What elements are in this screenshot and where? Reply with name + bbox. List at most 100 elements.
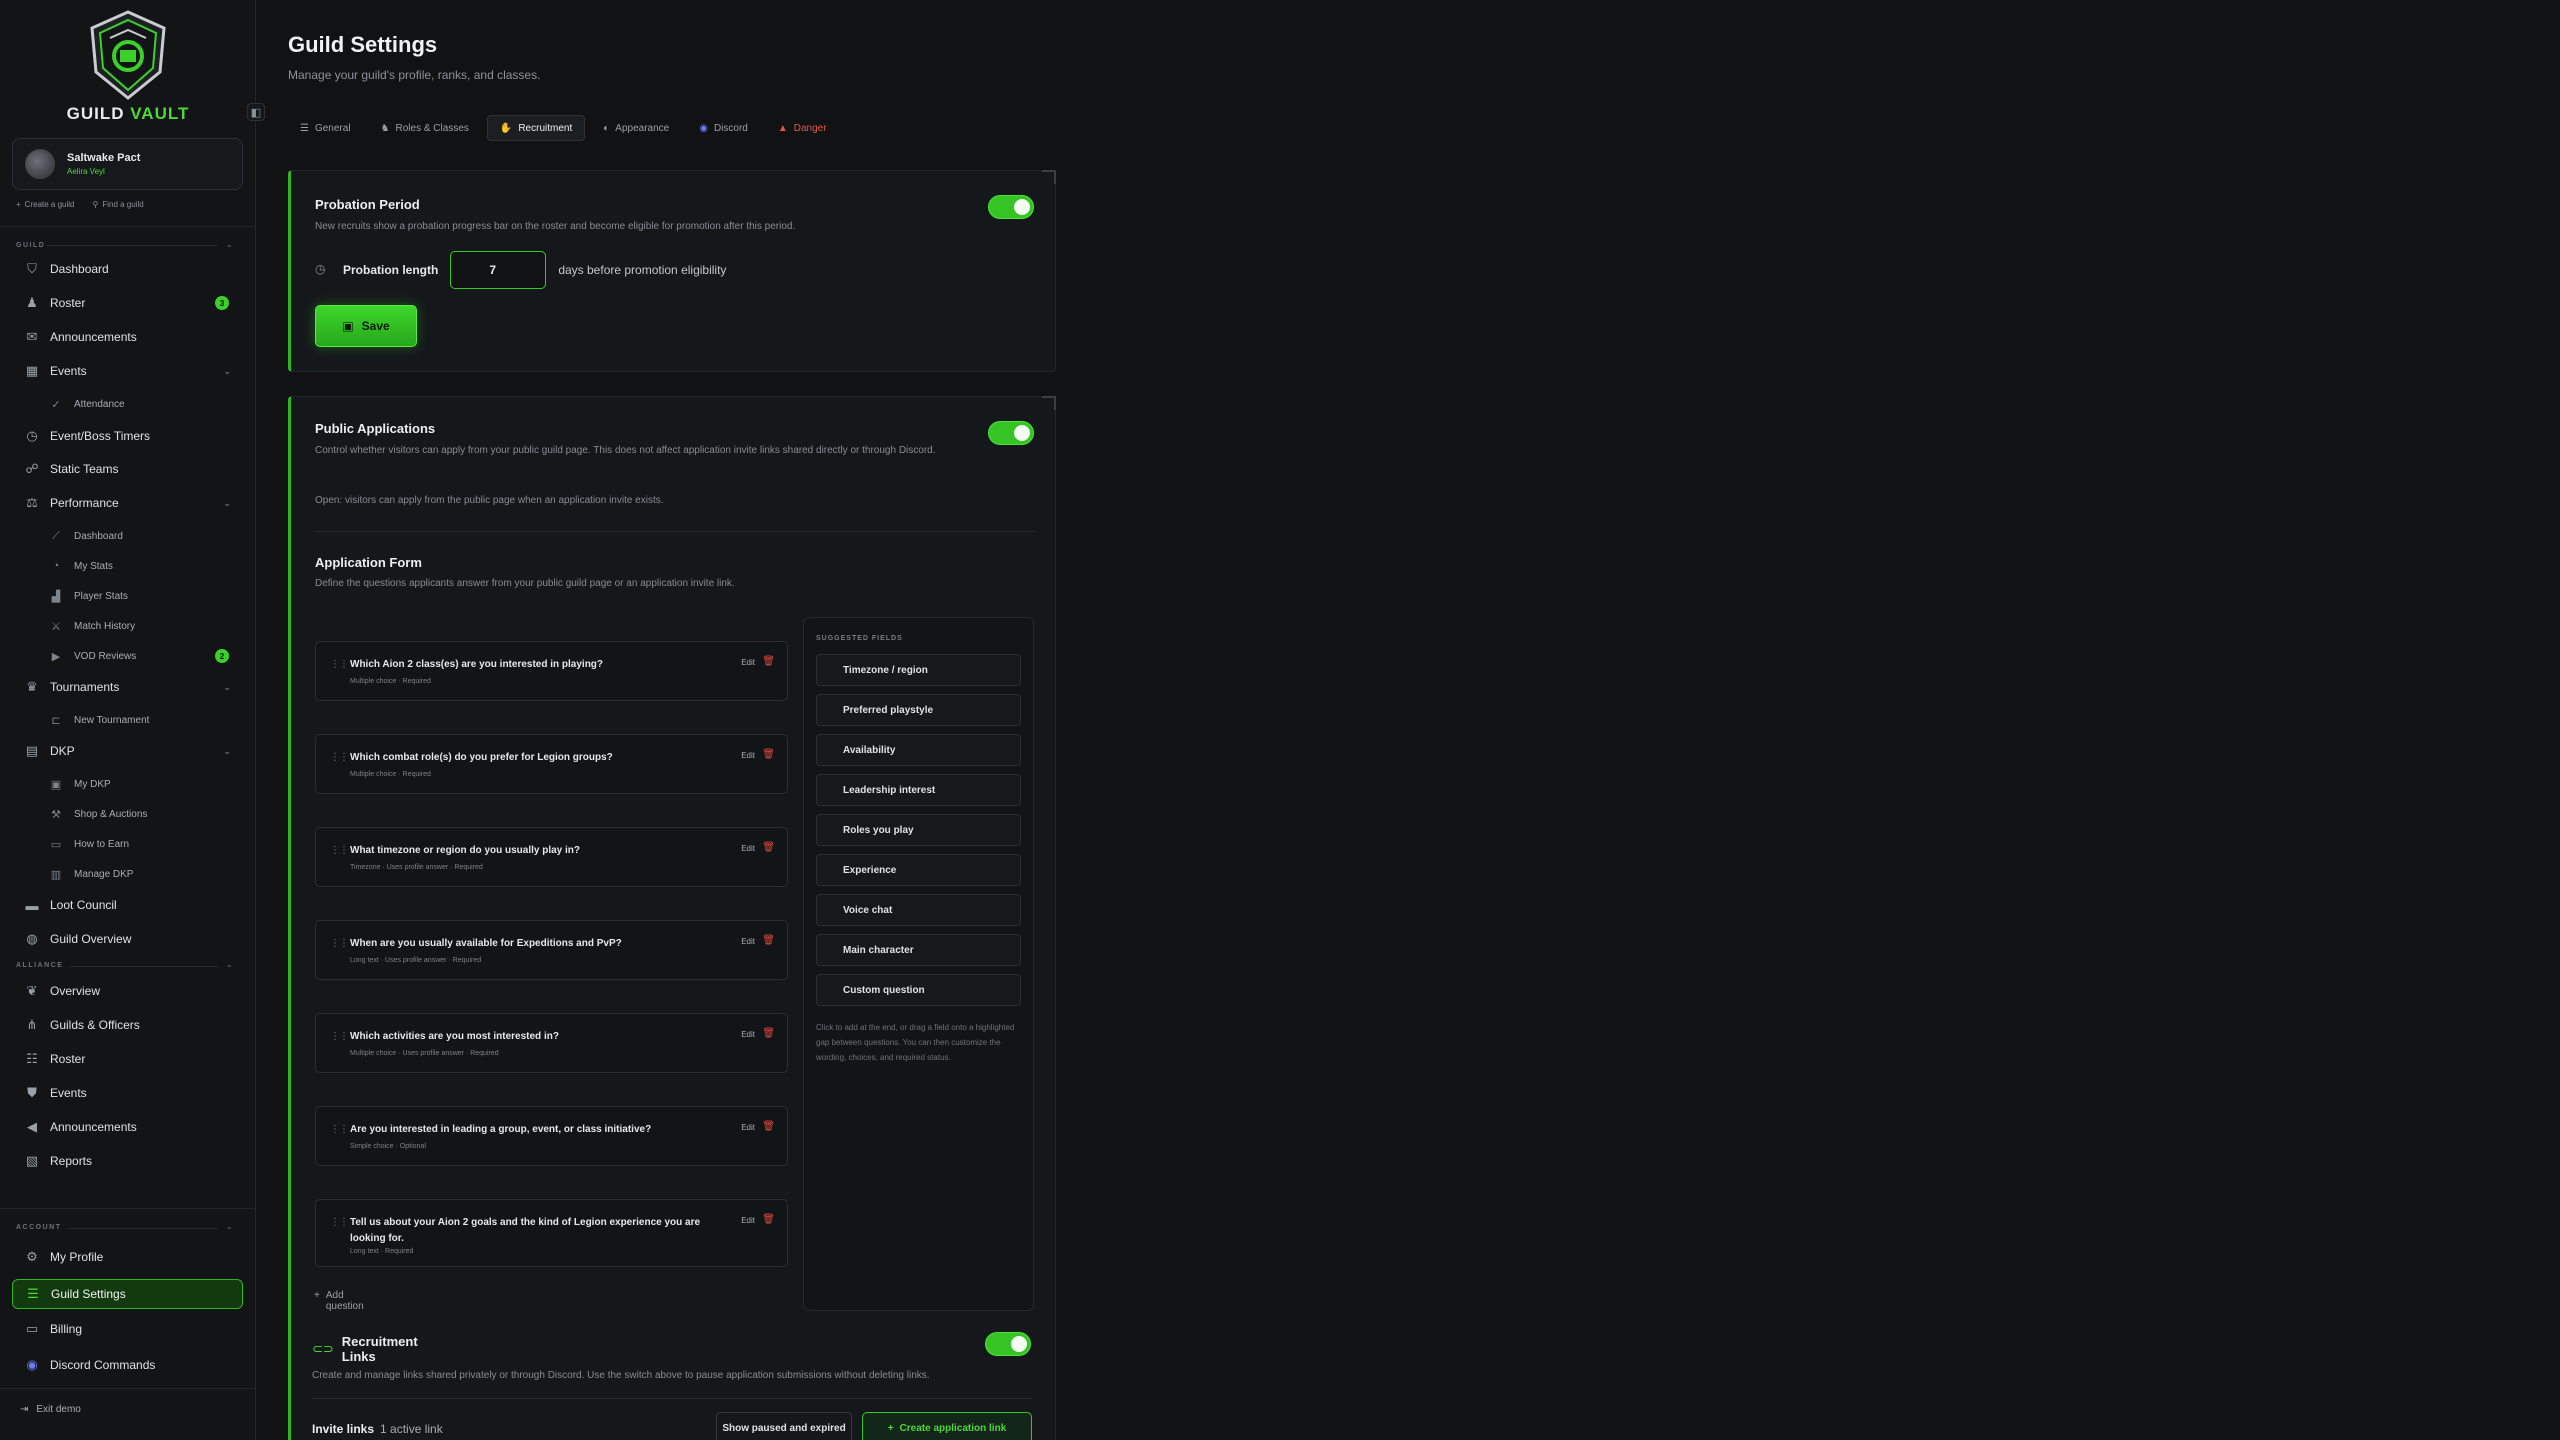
sidebar-subitem-player-stats[interactable]: ▟ Player Stats [48,583,243,609]
tab-general[interactable]: ☰ General [288,115,363,141]
tab-danger[interactable]: ▲ Danger [766,115,839,141]
public-apps-toggle[interactable] [988,421,1034,445]
sidebar-subitem-new-tournament[interactable]: ⊏ New Tournament [48,707,243,733]
trash-icon[interactable]: 🗑 [762,656,775,667]
sidebar-subitem-manage-dkp[interactable]: ▥ Manage DKP [48,861,243,887]
question-card[interactable]: ⋮⋮ Which activities are you most interest… [315,1013,788,1073]
sidebar-item-dkp[interactable]: ▤ DKP ⌄ [12,736,243,766]
guild-vault-logo[interactable]: GUILD VAULT [60,10,196,128]
suggested-field[interactable]: Leadership interest [816,774,1021,806]
sidebar-item-discord-commands[interactable]: ◉ Discord Commands [12,1350,243,1380]
sidebar-item-guild-settings[interactable]: ☰ Guild Settings [12,1279,243,1309]
sidebar-item-announcements[interactable]: ✉ Announcements [12,322,243,352]
edit-question-button[interactable]: Edit [741,937,755,946]
drag-handle-icon[interactable]: ⋮⋮ [330,845,349,856]
show-paused-expired-button[interactable]: Show paused and expired [716,1412,852,1440]
tab-recruitment[interactable]: ✋ Recruitment [486,115,586,141]
trash-icon[interactable]: 🗑 [762,1121,775,1132]
create-guild-link[interactable]: + Create a guild [16,200,74,209]
chevron-down-icon: ⌄ [223,745,231,756]
suggested-field[interactable]: Experience [816,854,1021,886]
question-meta: Multiple choice · Uses profile answer · … [350,1050,499,1057]
sidebar-item-event-boss-timers[interactable]: ◷ Event/Boss Timers [12,421,243,451]
question-card[interactable]: ⋮⋮ Are you interested in leading a group,… [315,1106,788,1166]
suggested-field[interactable]: Main character [816,934,1021,966]
trash-icon[interactable]: 🗑 [762,749,775,760]
trash-icon[interactable]: 🗑 [762,842,775,853]
edit-question-button[interactable]: Edit [741,1216,755,1225]
check-icon: ✓ [51,398,61,411]
drag-handle-icon[interactable]: ⋮⋮ [330,1124,349,1135]
sidebar-item-events[interactable]: ▦ Events ⌄ [12,356,243,386]
sidebar-item-alliance-overview[interactable]: ❦ Overview [12,976,243,1006]
sidebar-item-my-profile[interactable]: ⚙ My Profile [12,1242,243,1272]
chevron-down-icon[interactable]: ⌄ [226,1222,233,1231]
suggested-field[interactable]: Custom question [816,974,1021,1006]
trash-icon[interactable]: 🗑 [762,1028,775,1039]
sidebar-item-guild-overview[interactable]: ◍ Guild Overview [12,924,243,954]
edit-question-button[interactable]: Edit [741,844,755,853]
sidebar-item-performance[interactable]: ⚖ Performance ⌄ [12,488,243,518]
sidebar-subitem-my-stats[interactable]: ◔ My Stats [48,553,243,579]
sidebar-item-billing[interactable]: ▭ Billing [12,1314,243,1344]
suggested-field[interactable]: Voice chat [816,894,1021,926]
suggested-field[interactable]: Preferred playstyle [816,694,1021,726]
chevron-down-icon[interactable]: ⌄ [226,960,233,969]
suggested-field[interactable]: Roles you play [816,814,1021,846]
recruitment-links-toggle[interactable] [985,1332,1031,1356]
question-card[interactable]: ⋮⋮ Which Aion 2 class(es) are you interes… [315,641,788,701]
create-application-link-button[interactable]: + Create application link [862,1412,1032,1440]
sidebar-item-loot-council[interactable]: ▬ Loot Council [12,890,243,920]
sidebar-subitem-attendance[interactable]: ✓ Attendance [48,391,243,417]
save-button[interactable]: ▣ Save [315,305,417,347]
tab-roles-classes[interactable]: ♞ Roles & Classes [369,115,481,141]
probation-length-input[interactable] [450,251,547,289]
edit-question-button[interactable]: Edit [741,751,755,760]
tab-appearance[interactable]: ◐ Appearance [591,115,681,141]
edit-question-button[interactable]: Edit [741,1123,755,1132]
sidebar-item-alliance-events[interactable]: ⛊ Events [12,1078,243,1108]
exit-demo-button[interactable]: ⇥ Exit demo [20,1404,81,1415]
question-card[interactable]: ⋮⋮ When are you usually available for Exp… [315,920,788,980]
question-meta: Multiple choice · Required [350,771,431,778]
probation-toggle[interactable] [988,195,1034,219]
sidebar-subitem-vod-reviews[interactable]: ▶ VOD Reviews 2 [48,643,243,669]
edit-question-button[interactable]: Edit [741,1030,755,1039]
sidebar-item-guilds-officers[interactable]: ⋔ Guilds & Officers [12,1010,243,1040]
sidebar-subitem-how-to-earn[interactable]: ▭ How to Earn [48,831,243,857]
trash-icon[interactable]: 🗑 [762,1214,775,1225]
sidebar-item-alliance-roster[interactable]: ☷ Roster [12,1044,243,1074]
drag-handle-icon[interactable]: ⋮⋮ [330,938,349,949]
sidebar-item-tournaments[interactable]: ♛ Tournaments ⌄ [12,672,243,702]
section-line [46,245,218,246]
wings-icon: ❦ [26,983,38,998]
sidebar-item-reports[interactable]: ▧ Reports [12,1146,243,1176]
drag-handle-icon[interactable]: ⋮⋮ [330,1217,349,1228]
sidebar-item-static-teams[interactable]: ☍ Static Teams [12,454,243,484]
collapse-sidebar-icon[interactable]: ◧ [247,103,265,121]
suggested-field[interactable]: Timezone / region [816,654,1021,686]
add-question-button[interactable]: + Add question [314,1290,364,1312]
recruitment-links-header: ⊂⊃ Recruitment Links [312,1334,418,1364]
suggested-field[interactable]: Availability [816,734,1021,766]
drag-handle-icon[interactable]: ⋮⋮ [330,1031,349,1042]
chevron-down-icon[interactable]: ⌄ [226,240,233,249]
sidebar-subitem-my-dkp[interactable]: ▣ My DKP [48,771,243,797]
guild-switcher[interactable]: Saltwake Pact Aelira Veyl [12,138,243,190]
sidebar-subitem-match-history[interactable]: ⚔ Match History [48,613,243,639]
edit-question-button[interactable]: Edit [741,658,755,667]
question-card[interactable]: ⋮⋮ What timezone or region do you usually… [315,827,788,887]
tab-discord[interactable]: ◉ Discord [687,115,760,141]
chess-icon: ♞ [380,122,390,134]
question-card[interactable]: ⋮⋮ Tell us about your Aion 2 goals and th… [315,1199,788,1267]
trash-icon[interactable]: 🗑 [762,935,775,946]
drag-handle-icon[interactable]: ⋮⋮ [330,752,349,763]
sidebar-subitem-shop-auctions[interactable]: ⚒ Shop & Auctions [48,801,243,827]
sidebar-item-roster[interactable]: ♟ Roster 3 [12,288,243,318]
sidebar-item-dashboard[interactable]: ⛉ Dashboard [12,254,243,284]
sidebar-item-alliance-announcements[interactable]: ◀ Announcements [12,1112,243,1142]
find-guild-link[interactable]: ⚲ Find a guild [92,200,143,209]
sidebar-subitem-perf-dashboard[interactable]: ⟋ Dashboard [48,523,243,549]
question-card[interactable]: ⋮⋮ Which combat role(s) do you prefer for… [315,734,788,794]
drag-handle-icon[interactable]: ⋮⋮ [330,659,349,670]
